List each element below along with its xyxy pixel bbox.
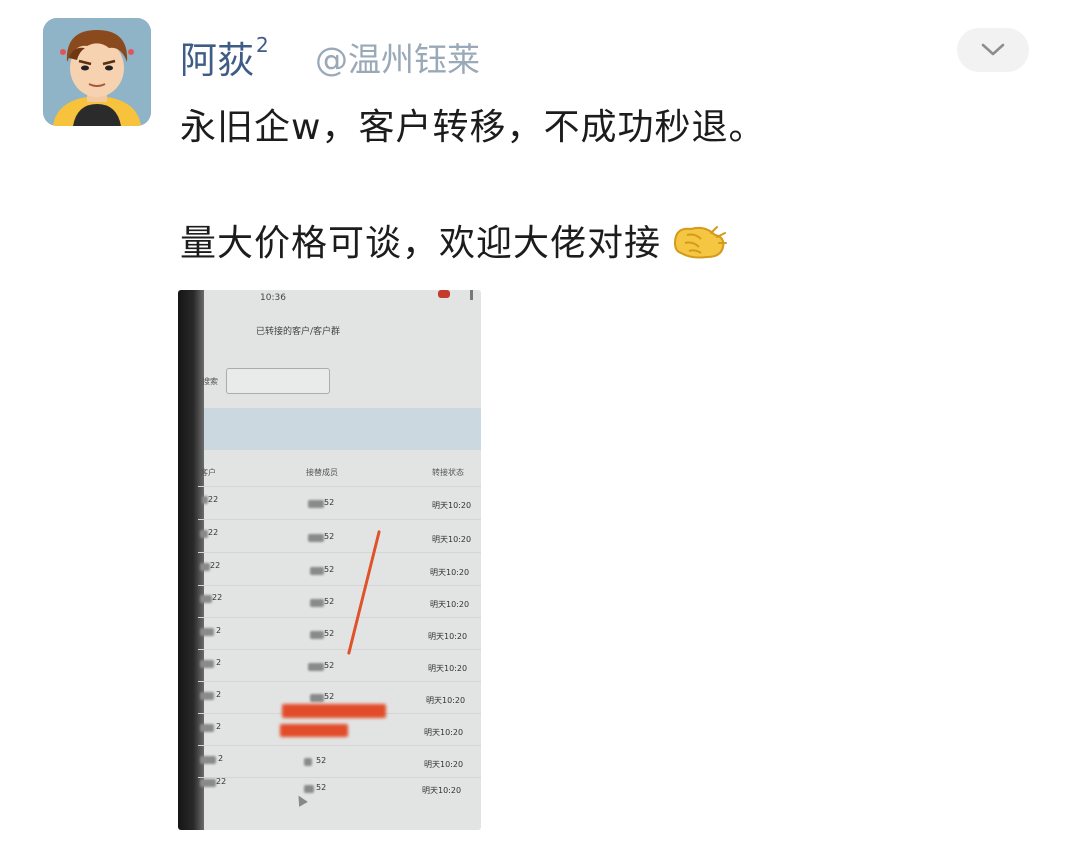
redaction [200, 628, 214, 636]
post-text-line-1: 永旧企w，客户转移，不成功秒退。 [180, 107, 766, 148]
redaction [310, 694, 324, 702]
photo-row-member: 52 [324, 661, 335, 670]
redaction [200, 724, 214, 732]
photo-row-status: 明天10:20 [432, 535, 472, 544]
redaction [200, 692, 214, 700]
photo-row-status: 明天10:20 [430, 600, 470, 609]
photo-row-customer: 2 [216, 722, 222, 731]
post-text-line-2-text: 量大价格可谈，欢迎大佬对接 [180, 223, 662, 264]
photo-column-header: 转接状态 [432, 468, 464, 477]
redaction [308, 663, 324, 671]
photo-row-member: 52 [324, 498, 335, 507]
row-divider [198, 552, 481, 553]
avatar[interactable] [43, 18, 151, 126]
photo-status-time: 10:36 [260, 293, 286, 303]
photo-row-member: 52 [324, 597, 335, 606]
notification-icon [438, 290, 450, 298]
clap-hand-emoji-icon [671, 221, 728, 270]
photo-screen-title: 已转接的客户/客户群 [256, 327, 341, 337]
photo-search-label: 搜索 [202, 377, 218, 386]
photo-row-member: 52 [324, 692, 335, 701]
author-mention[interactable]: @温州钰莱 [315, 33, 480, 81]
mouse-cursor-icon [294, 793, 308, 807]
red-handwriting-redacted [280, 724, 348, 737]
redaction [304, 758, 312, 766]
photo-row-status: 明天10:20 [422, 786, 462, 795]
photo-row-customer: 22 [212, 593, 223, 602]
photo-row-customer: 2 [216, 658, 222, 667]
photo-row-customer: 22 [208, 495, 219, 504]
redaction [310, 631, 324, 639]
redaction [200, 530, 208, 538]
chevron-down-icon [981, 43, 1005, 56]
redaction [200, 756, 216, 764]
redaction [308, 500, 324, 508]
photo-row-customer: 2 [216, 626, 222, 635]
author-badge: 2 [256, 32, 269, 57]
row-divider [198, 681, 481, 682]
redaction [200, 595, 212, 603]
photo-row-member: 52 [316, 756, 327, 765]
photo-row-status: 明天10:20 [432, 501, 472, 510]
row-divider [198, 649, 481, 650]
battery-icon [470, 290, 473, 300]
more-options-button[interactable] [957, 28, 1029, 72]
photo-row-customer: 2 [218, 754, 224, 763]
photo-row-member: 52 [316, 783, 327, 792]
red-annotation-stroke [347, 530, 381, 655]
photo-row-status: 明天10:20 [428, 632, 468, 641]
phone-bezel [178, 290, 204, 830]
photo-row-customer: 22 [216, 777, 227, 786]
photo-column-header: 接替成员 [306, 468, 338, 477]
redaction [200, 779, 216, 787]
photo-row-customer: 22 [208, 528, 219, 537]
photo-row-status: 明天10:20 [424, 728, 464, 737]
row-divider [198, 745, 481, 746]
photo-row-member: 52 [324, 629, 335, 638]
redaction [310, 567, 324, 575]
author-name[interactable]: 阿荻 2 [180, 30, 269, 84]
photo-column-header: 客户 [200, 468, 216, 477]
photo-blue-band [204, 408, 481, 450]
post-text-line-2: 量大价格可谈，欢迎大佬对接 [180, 214, 728, 270]
photo-row-status: 明天10:20 [428, 664, 468, 673]
photo-row-member: 52 [324, 565, 335, 574]
post-image[interactable]: 10:36 已转接的客户/客户群 搜索 客户 接替成员 转接状态 22 52 明… [178, 290, 481, 830]
redaction [304, 785, 314, 793]
photo-row-status: 明天10:20 [426, 696, 466, 705]
photo-row-status: 明天10:20 [430, 568, 470, 577]
row-divider [198, 617, 481, 618]
redaction [200, 563, 210, 571]
cartoon-avatar-icon [43, 18, 151, 126]
row-divider [198, 777, 481, 778]
photo-row-status: 明天10:20 [424, 760, 464, 769]
photo-row-member: 52 [324, 532, 335, 541]
photo-search-box [226, 368, 330, 394]
author-name-text: 阿荻 [180, 39, 254, 82]
redaction [200, 660, 214, 668]
row-divider [198, 519, 481, 520]
photo-row-customer: 2 [216, 690, 222, 699]
row-divider [198, 486, 481, 487]
row-divider [198, 585, 481, 586]
redaction [308, 534, 324, 542]
red-handwriting-redacted [282, 704, 386, 718]
photo-row-customer: 22 [210, 561, 221, 570]
redaction [310, 599, 324, 607]
